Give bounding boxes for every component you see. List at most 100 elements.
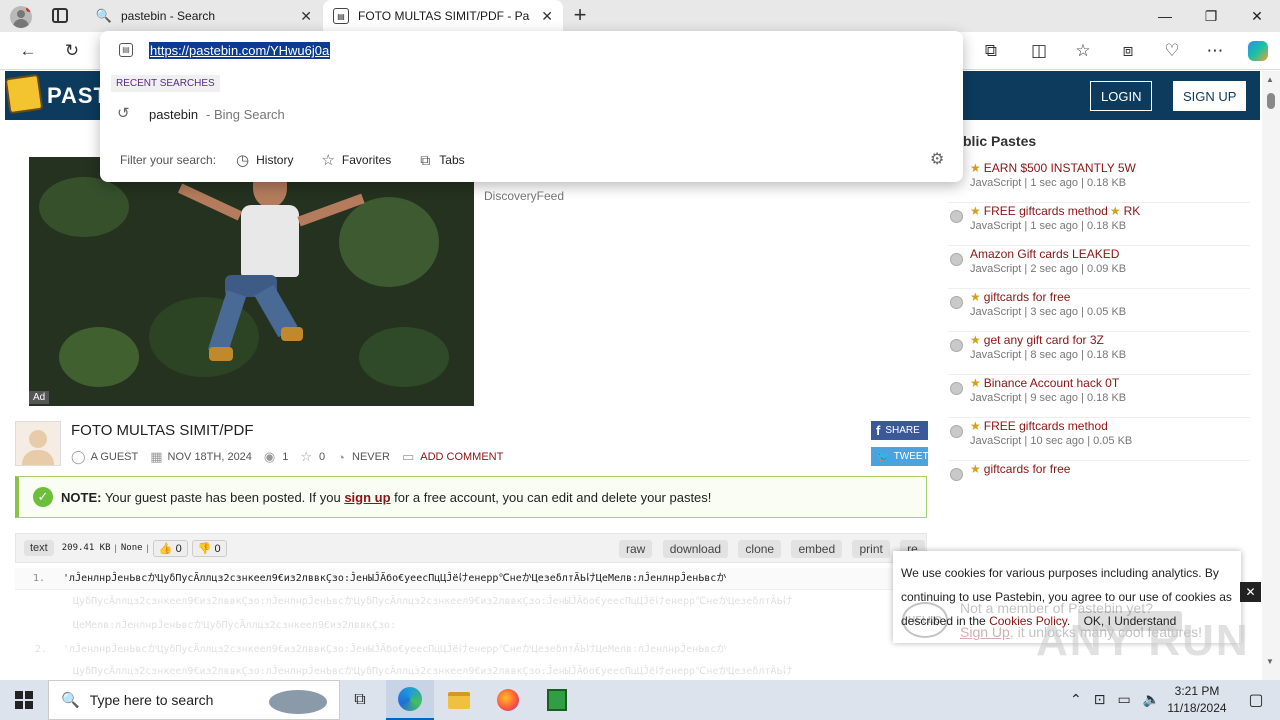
- download-button[interactable]: download: [662, 540, 729, 558]
- address-bar-dropdown: ▤ https://pastebin.com/YHwu6j0a RECENT S…: [100, 31, 963, 182]
- taskbar-search[interactable]: 🔍 Type here to search: [48, 680, 340, 720]
- paste-link[interactable]: Binance Account hack 0T: [984, 376, 1119, 390]
- list-item[interactable]: ★ EARN $500 INSTANTLY 5W JavaScript | 1 s…: [948, 160, 1250, 203]
- firefox-icon[interactable]: [484, 680, 532, 720]
- banner-close-button[interactable]: ✕: [1240, 582, 1261, 602]
- paste-author[interactable]: A GUEST: [91, 451, 139, 463]
- tweet-button[interactable]: 🐦 TWEET: [871, 447, 929, 466]
- paste-link[interactable]: giftcards for free: [984, 290, 1071, 304]
- line-text: 'лĴенлнрĴенЬвсかЦуδПусÃллцз2сзнкеел9€из2л…: [63, 644, 727, 655]
- tab-actions-icon[interactable]: [52, 8, 68, 23]
- history-icon: ◷: [236, 152, 250, 169]
- anyrun-watermark: ANY RUN: [1036, 616, 1250, 665]
- star-icon[interactable]: ☆: [300, 449, 312, 465]
- list-item[interactable]: ★ FREE giftcards method ★ RK JavaScript | 1…: [948, 203, 1250, 246]
- share-button[interactable]: f SHARE: [871, 421, 928, 440]
- paste-link[interactable]: get any gift card for 3Z: [984, 333, 1104, 347]
- paste-link[interactable]: FREE giftcards method: [984, 204, 1108, 218]
- dislike-button[interactable]: 👎 0: [191, 539, 227, 557]
- restore-button[interactable]: ❐: [1188, 0, 1234, 32]
- favorite-star-icon[interactable]: ☆: [1067, 35, 1099, 67]
- user-icon: ◯: [71, 449, 86, 464]
- tweet-label: TWEET: [893, 451, 929, 462]
- code-line: 2. 'лĴенлнрĴенЬвсかЦуδПусÃллцз2сзнкеел9€и…: [15, 638, 927, 662]
- split-screen-icon[interactable]: ◫: [1023, 35, 1055, 67]
- note-text: Your guest paste has been posted. If you: [101, 489, 345, 505]
- paste-meta: JavaScript | 1 sec ago | 0.18 KB: [970, 220, 1127, 232]
- close-icon[interactable]: ✕: [541, 8, 553, 25]
- embed-button[interactable]: embed: [791, 540, 843, 558]
- paste-meta: JavaScript | 3 sec ago | 0.05 KB: [970, 306, 1127, 318]
- close-window-button[interactable]: ✕: [1234, 0, 1280, 32]
- address-input[interactable]: https://pastebin.com/YHwu6j0a: [149, 42, 331, 59]
- filter-tabs[interactable]: ⧉ Tabs: [420, 152, 464, 169]
- paste-link-suffix[interactable]: RK: [1124, 204, 1141, 218]
- tab-search[interactable]: 🔍 pastebin - Search ✕: [86, 0, 322, 32]
- print-button[interactable]: print: [852, 540, 890, 558]
- task-view-icon[interactable]: ⧉: [336, 680, 384, 720]
- paste-link[interactable]: FREE giftcards method: [984, 419, 1108, 433]
- list-item[interactable]: ★ get any gift card for 3Z JavaScript | 8…: [948, 332, 1250, 375]
- list-item[interactable]: ★ FREE giftcards method JavaScript | 10 s…: [948, 418, 1250, 461]
- list-item[interactable]: ★ giftcards for free JavaScript | 3 sec a…: [948, 289, 1250, 332]
- extensions-icon[interactable]: ⧉: [975, 35, 1007, 67]
- like-button[interactable]: 👍 0: [152, 539, 188, 557]
- copilot-icon[interactable]: [1242, 35, 1274, 67]
- tray-app-icon[interactable]: ⊡: [1094, 691, 1106, 708]
- login-button[interactable]: LOGIN: [1090, 81, 1153, 111]
- recent-search-item[interactable]: ↺ pastebin - Bing Search: [100, 100, 963, 130]
- site-logo-text[interactable]: PAST: [47, 83, 108, 109]
- member-signup-link[interactable]: Sign Up: [960, 624, 1010, 640]
- history-icon: ↺: [117, 105, 130, 122]
- chevron-up-icon[interactable]: ⌃: [1070, 691, 1082, 708]
- list-item[interactable]: ★ giftcards for free: [948, 461, 1250, 504]
- list-item[interactable]: Amazon Gift cards LEAKED JavaScript | 2 …: [948, 246, 1250, 289]
- file-explorer-icon[interactable]: [435, 680, 483, 720]
- add-comment-link[interactable]: ADD COMMENT: [420, 451, 503, 463]
- paste-link[interactable]: EARN $500 INSTANTLY 5W: [984, 161, 1136, 175]
- edge-taskbar-icon[interactable]: [386, 680, 434, 720]
- check-icon: ✓: [33, 487, 53, 507]
- filter-history[interactable]: ◷ History: [236, 151, 293, 169]
- paste-link[interactable]: giftcards for free: [984, 462, 1071, 476]
- page-scrollbar[interactable]: ▲ ▼: [1262, 71, 1280, 680]
- clone-button[interactable]: clone: [738, 540, 782, 558]
- network-icon[interactable]: ▭: [1117, 691, 1130, 708]
- line-text: ЦуδПусÃллцз2сзнкеел9€из2лввкÇзо:лĴенлнрĴ…: [73, 666, 793, 677]
- ad-image[interactable]: [29, 157, 474, 406]
- collections-icon[interactable]: ⧈: [1112, 35, 1144, 67]
- pastebin-logo[interactable]: [4, 73, 44, 115]
- gear-icon[interactable]: ⚙: [930, 149, 944, 169]
- app-icon[interactable]: [533, 680, 581, 720]
- raw-button[interactable]: raw: [619, 540, 653, 558]
- browser-essentials-icon[interactable]: ♡: [1156, 35, 1188, 67]
- tab-pastebin[interactable]: ▤ FOTO MULTAS SIMIT/PDF - Pastebin ✕: [323, 0, 563, 32]
- syntax-badge[interactable]: text: [24, 540, 54, 556]
- clock[interactable]: 3:21 PM 11/18/2024: [1162, 683, 1232, 717]
- new-tab-button[interactable]: +: [568, 3, 592, 29]
- filter-favorites[interactable]: ☆ Favorites: [321, 151, 391, 169]
- start-button[interactable]: [0, 680, 48, 720]
- scrollbar-thumb[interactable]: [1267, 93, 1275, 109]
- paste-category: None: [120, 543, 143, 553]
- notifications-icon[interactable]: ▢: [1232, 680, 1280, 720]
- more-menu-icon[interactable]: ⋯: [1199, 35, 1231, 67]
- paste-meta: JavaScript | 8 sec ago | 0.18 KB: [970, 349, 1127, 361]
- ad-feed-label[interactable]: DiscoveryFeed: [484, 189, 564, 203]
- close-icon[interactable]: ✕: [300, 8, 312, 25]
- filter-label: Filter your search:: [120, 153, 217, 167]
- refresh-icon[interactable]: ↻: [56, 35, 88, 67]
- signup-button[interactable]: SIGN UP: [1173, 81, 1247, 111]
- recent-searches-label: RECENT SEARCHES: [111, 75, 220, 92]
- code-line: ЦеМелв:лĴенлнрĴенЬвсかЦуδПусÃллцз2сзнкеел…: [15, 614, 927, 638]
- paste-link[interactable]: Amazon Gift cards LEAKED: [970, 247, 1119, 261]
- volume-icon[interactable]: 🔈: [1143, 691, 1160, 708]
- profile-icon[interactable]: [10, 6, 32, 28]
- line-number: 2.: [34, 644, 47, 655]
- list-item[interactable]: ★ Binance Account hack 0T JavaScript | 9 …: [948, 375, 1250, 418]
- site-info-icon[interactable]: ▤: [119, 43, 133, 57]
- signup-link[interactable]: sign up: [344, 490, 390, 505]
- minimize-button[interactable]: —: [1142, 0, 1188, 32]
- back-icon[interactable]: ←: [12, 35, 44, 67]
- globe-icon: [950, 339, 963, 352]
